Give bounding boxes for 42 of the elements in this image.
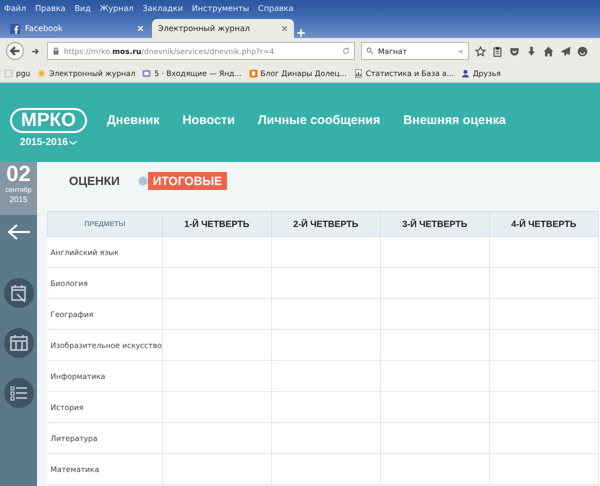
chevron-icon[interactable]: [68, 140, 77, 146]
menu-item[interactable]: Справка: [258, 4, 294, 12]
calendar-icon[interactable]: [4, 328, 34, 358]
toggle-knob[interactable]: [138, 176, 148, 186]
star-icon[interactable]: [475, 46, 486, 56]
back-arrow-icon[interactable]: [6, 224, 30, 240]
new-tab-icon[interactable]: [296, 28, 306, 38]
grade-tab[interactable]: ОЦЕНКИ: [64, 172, 125, 190]
list-icon[interactable]: [4, 378, 34, 408]
back-icon[interactable]: [6, 42, 24, 60]
date-year: 2015: [10, 195, 28, 205]
facebook-icon[interactable]: [10, 24, 20, 34]
home-icon[interactable]: [543, 46, 554, 56]
chart-page-icon: [354, 68, 363, 78]
lock-icon[interactable]: [52, 47, 60, 55]
blogger-icon: [248, 68, 258, 78]
close-icon[interactable]: [281, 25, 288, 32]
browser-tab[interactable]: Электронный журнал: [152, 19, 294, 38]
column-header: 3-Й ЧЕТВЕРТЬ: [380, 212, 490, 236]
column-header: 1-Й ЧЕТВЕРТЬ: [162, 212, 272, 236]
menu-item[interactable]: Закладки: [142, 4, 183, 12]
search-icon[interactable]: [366, 47, 374, 55]
mail-icon: [142, 68, 152, 78]
person-icon: [460, 68, 470, 78]
column-header: 2-Й ЧЕТВЕРТЬ: [271, 212, 380, 236]
menu-item[interactable]: Файл: [4, 4, 26, 12]
column-header: 4-Й ЧЕТВЕРТЬ: [489, 212, 598, 236]
menu-item[interactable]: Журнал: [100, 4, 134, 12]
download-icon[interactable]: [526, 46, 537, 56]
calendar-edit-icon[interactable]: [4, 278, 34, 308]
menu-item[interactable]: Вид: [74, 4, 91, 12]
menu-item[interactable]: Правка: [35, 4, 66, 12]
date-day: 02: [6, 162, 31, 186]
pocket-icon[interactable]: [509, 46, 520, 56]
reload-icon[interactable]: [342, 47, 350, 55]
browser-tab[interactable]: Facebook: [4, 19, 150, 38]
blank-page-icon: [4, 68, 13, 78]
smiley-icon[interactable]: [577, 46, 588, 56]
menu-item[interactable]: Инструменты: [192, 4, 250, 12]
sun-icon: [37, 68, 46, 78]
send-icon[interactable]: [560, 46, 571, 56]
clipboard-icon[interactable]: [492, 46, 503, 56]
